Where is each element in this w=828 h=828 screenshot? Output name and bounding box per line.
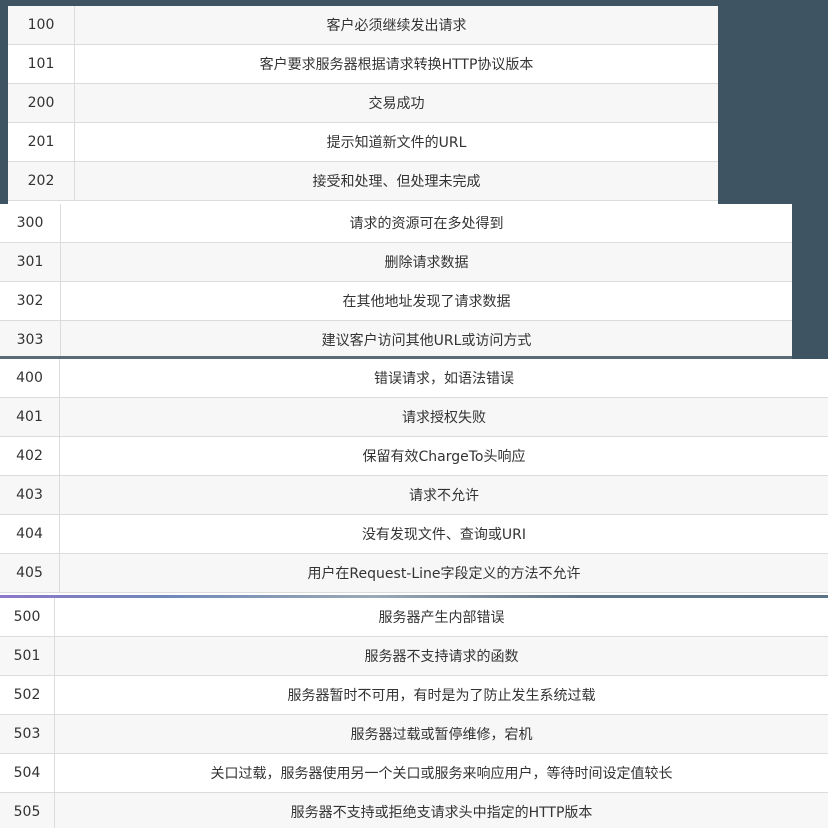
status-desc-cell: 用户在Request-Line字段定义的方法不允许 — [307, 566, 581, 582]
status-desc-cell: 服务器产生内部错误 — [378, 610, 505, 626]
status-desc-cell: 请求授权失败 — [402, 410, 486, 426]
status-desc-cell: 客户要求服务器根据请求转换HTTP协议版本 — [259, 57, 534, 73]
table-row: 402 保留有效ChargeTo头响应 — [0, 437, 828, 476]
status-code-cell: 404 — [0, 515, 60, 553]
status-desc-cell: 关口过载，服务器使用另一个关口或服务来响应用户，等待时间设定值较长 — [210, 766, 673, 782]
status-desc-cell: 保留有效ChargeTo头响应 — [362, 449, 526, 465]
status-code-cell: 403 — [0, 476, 60, 514]
status-desc-cell: 服务器不支持请求的函数 — [364, 649, 519, 665]
status-code-cell: 504 — [0, 754, 55, 792]
status-desc-cell: 服务器过载或暂停维修，宕机 — [350, 727, 533, 743]
status-table-1xx-2xx: 100 客户必须继续发出请求 101 客户要求服务器根据请求转换HTTP协议版本… — [8, 6, 718, 204]
table-row: 505 服务器不支持或拒绝支请求头中指定的HTTP版本 — [0, 793, 828, 828]
status-desc-cell: 提示知道新文件的URL — [326, 135, 467, 151]
table-row: 303 建议客户访问其他URL或访问方式 — [0, 321, 792, 356]
table-row: 201 提示知道新文件的URL — [8, 123, 718, 162]
status-code-cell: 405 — [0, 554, 60, 592]
status-code-cell: 400 — [0, 359, 60, 397]
status-code-cell: 101 — [8, 45, 75, 83]
table-row: 403 请求不允许 — [0, 476, 828, 515]
status-code-cell: 401 — [0, 398, 60, 436]
table-row: 504 关口过载，服务器使用另一个关口或服务来响应用户，等待时间设定值较长 — [0, 754, 828, 793]
status-desc-cell: 在其他地址发现了请求数据 — [342, 294, 511, 310]
table-row: 100 客户必须继续发出请求 — [8, 6, 718, 45]
table-row: 501 服务器不支持请求的函数 — [0, 637, 828, 676]
status-desc-cell: 服务器不支持或拒绝支请求头中指定的HTTP版本 — [290, 805, 593, 821]
status-desc-cell: 服务器暂时不可用，有时是为了防止发生系统过载 — [287, 688, 596, 704]
table-row: 101 客户要求服务器根据请求转换HTTP协议版本 — [8, 45, 718, 84]
table-row: 302 在其他地址发现了请求数据 — [0, 282, 792, 321]
status-desc-cell: 错误请求，如语法错误 — [374, 371, 514, 387]
table-row: 301 删除请求数据 — [0, 243, 792, 282]
table-row: 401 请求授权失败 — [0, 398, 828, 437]
table-row: 405 用户在Request-Line字段定义的方法不允许 — [0, 554, 828, 593]
status-table-4xx: 400 错误请求，如语法错误 401 请求授权失败 402 保留有效Charge… — [0, 359, 828, 595]
status-code-cell: 402 — [0, 437, 60, 475]
status-desc-cell: 客户必须继续发出请求 — [326, 18, 467, 34]
status-code-cell: 202 — [8, 162, 75, 200]
table-row: 503 服务器过载或暂停维修，宕机 — [0, 715, 828, 754]
status-code-cell: 201 — [8, 123, 75, 161]
status-code-cell: 500 — [0, 598, 55, 636]
status-code-cell: 200 — [8, 84, 75, 122]
table-row: 404 没有发现文件、查询或URI — [0, 515, 828, 554]
table-row: 400 错误请求，如语法错误 — [0, 359, 828, 398]
table-row: 202 接受和处理、但处理未完成 — [8, 162, 718, 201]
status-code-cell: 503 — [0, 715, 55, 753]
status-desc-cell: 删除请求数据 — [384, 255, 469, 271]
status-code-cell: 302 — [0, 282, 61, 320]
status-code-cell: 300 — [0, 204, 61, 242]
status-desc-cell: 接受和处理、但处理未完成 — [312, 174, 481, 190]
status-code-cell: 502 — [0, 676, 55, 714]
status-desc-cell: 没有发现文件、查询或URI — [361, 527, 527, 543]
table-row: 300 请求的资源可在多处得到 — [0, 204, 792, 243]
status-desc-cell: 交易成功 — [368, 96, 425, 112]
table-row: 500 服务器产生内部错误 — [0, 598, 828, 637]
status-code-cell: 100 — [8, 6, 75, 44]
status-code-cell: 501 — [0, 637, 55, 675]
status-desc-cell: 请求的资源可在多处得到 — [349, 216, 504, 232]
table-row: 502 服务器暂时不可用，有时是为了防止发生系统过载 — [0, 676, 828, 715]
status-code-cell: 301 — [0, 243, 61, 281]
status-table-5xx: 500 服务器产生内部错误 501 服务器不支持请求的函数 502 服务器暂时不… — [0, 598, 828, 828]
status-desc-cell: 建议客户访问其他URL或访问方式 — [321, 333, 532, 349]
table-row: 200 交易成功 — [8, 84, 718, 123]
status-desc-cell: 请求不允许 — [409, 488, 479, 504]
status-code-cell: 505 — [0, 793, 55, 828]
status-code-cell: 303 — [0, 321, 61, 356]
status-table-3xx: 300 请求的资源可在多处得到 301 删除请求数据 302 在其他地址发现了请… — [0, 204, 792, 356]
